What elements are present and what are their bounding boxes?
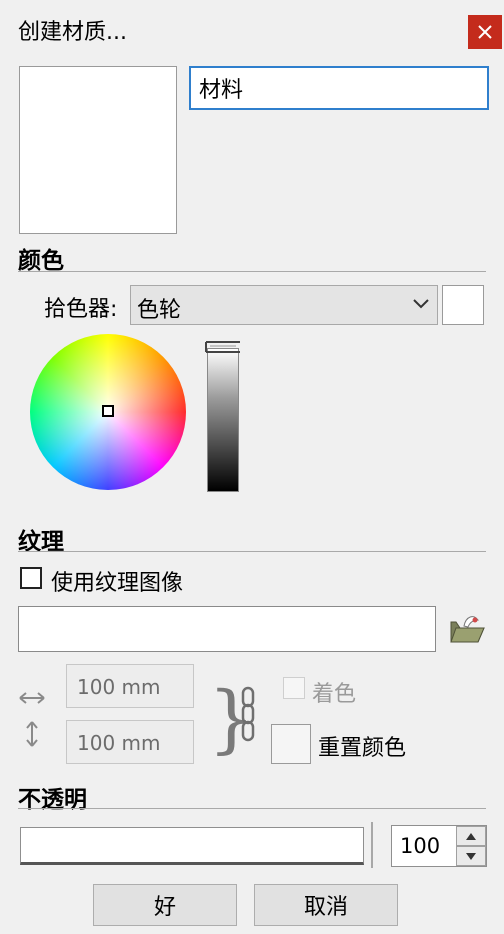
triangle-up-icon: [466, 832, 476, 840]
opacity-slider-thumb[interactable]: [371, 822, 373, 868]
open-folder-icon[interactable]: [448, 612, 486, 646]
texture-height-input[interactable]: 100 mm: [66, 720, 194, 764]
spinner-up-button[interactable]: [456, 826, 486, 846]
color-wheel-marker[interactable]: [102, 405, 114, 417]
color-swatch[interactable]: [442, 285, 484, 325]
triangle-down-icon: [466, 852, 476, 860]
cancel-button-label: 取消: [303, 895, 348, 920]
ok-button-label: 好: [153, 895, 176, 920]
tint-label: 着色: [312, 682, 357, 707]
spinner-down-button[interactable]: [456, 846, 486, 866]
texture-width-input[interactable]: 100 mm: [66, 664, 194, 708]
texture-path-input[interactable]: [18, 606, 436, 652]
close-button[interactable]: [468, 15, 502, 49]
height-arrows-icon: [26, 721, 38, 747]
material-preview: [19, 66, 177, 234]
use-texture-label: 使用纹理图像: [51, 571, 184, 596]
reset-color-label: 重置颜色: [318, 736, 407, 761]
chain-link-icon[interactable]: [240, 686, 256, 742]
color-picker-label: 拾色器:: [44, 297, 118, 322]
width-arrows-icon: [19, 692, 45, 704]
use-texture-checkbox[interactable]: [20, 567, 42, 589]
color-picker-value: 色轮: [137, 298, 182, 323]
color-divider: [18, 271, 486, 272]
close-icon: [478, 25, 492, 39]
brightness-slider-thumb[interactable]: [202, 338, 244, 356]
tint-checkbox[interactable]: [283, 677, 305, 699]
texture-divider: [18, 551, 486, 552]
cancel-button[interactable]: 取消: [254, 884, 398, 926]
opacity-spinner: [456, 826, 486, 866]
color-picker-select[interactable]: 色轮: [130, 285, 438, 325]
dialog-title: 创建材质...: [18, 20, 127, 45]
opacity-value: 100: [400, 834, 441, 858]
ok-button[interactable]: 好: [93, 884, 237, 926]
chevron-down-icon: [413, 299, 429, 309]
opacity-slider[interactable]: [20, 827, 364, 865]
material-name-input[interactable]: [189, 66, 489, 110]
opacity-divider: [18, 808, 486, 809]
brightness-slider[interactable]: [207, 348, 239, 492]
color-section-title: 颜色: [18, 248, 64, 274]
reset-color-swatch[interactable]: [271, 724, 311, 764]
